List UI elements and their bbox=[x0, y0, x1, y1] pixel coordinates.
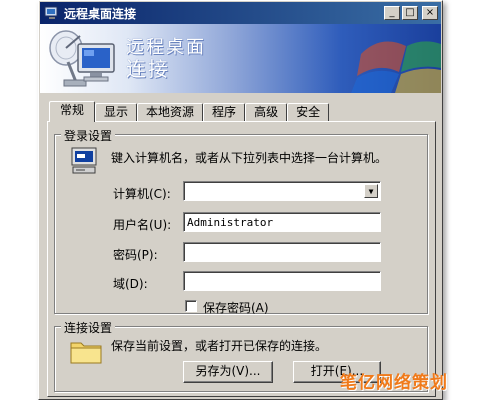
monitor-icon bbox=[77, 43, 115, 82]
close-button[interactable]: × bbox=[422, 6, 438, 20]
watermark-logo: 笔亿网络策划 bbox=[340, 373, 448, 393]
logon-settings-group: 登录设置 键入计算机名，或者从下拉列表中选择一台计算机。 计算机(C): ▼ 用… bbox=[54, 127, 428, 316]
computer-label: 计算机(C): bbox=[113, 187, 171, 201]
tab-display[interactable]: 显示 bbox=[95, 103, 138, 122]
tab-local-resources[interactable]: 本地资源 bbox=[137, 103, 204, 122]
maximize-button[interactable]: □ bbox=[402, 6, 418, 20]
header-banner: 远程桌面 连接 bbox=[40, 24, 441, 93]
password-label: 密码(P): bbox=[113, 248, 158, 262]
tab-panel-general: 登录设置 键入计算机名，或者从下拉列表中选择一台计算机。 计算机(C): ▼ 用… bbox=[47, 121, 436, 397]
computer-combobox[interactable]: ▼ bbox=[183, 181, 381, 201]
connection-settings-legend: 连接设置 bbox=[61, 319, 116, 336]
domain-label: 域(D): bbox=[113, 277, 148, 291]
password-field[interactable] bbox=[183, 242, 381, 262]
remote-desktop-icon bbox=[44, 6, 58, 19]
save-as-button[interactable]: 另存为(V)... bbox=[183, 361, 273, 383]
domain-field[interactable] bbox=[183, 271, 381, 291]
dropdown-arrow-icon[interactable]: ▼ bbox=[364, 184, 378, 198]
save-password-label[interactable]: 保存密码(A) bbox=[203, 299, 269, 316]
username-field[interactable]: Administrator bbox=[183, 212, 381, 232]
title-bar[interactable]: 远程桌面连接 _ □ × bbox=[40, 2, 441, 24]
logon-description: 键入计算机名，或者从下拉列表中选择一台计算机。 bbox=[111, 151, 388, 165]
connection-description: 保存当前设置，或者打开已保存的连接。 bbox=[111, 339, 328, 353]
logon-settings-legend: 登录设置 bbox=[61, 127, 116, 144]
save-password-checkbox[interactable] bbox=[185, 300, 197, 312]
remote-desktop-window: 远程桌面连接 _ □ × 远程桌面 连接 常规 显示 本地资源 程序 高级 安全… bbox=[38, 0, 443, 400]
xp-logo-icon bbox=[351, 41, 441, 93]
minimize-button[interactable]: _ bbox=[384, 6, 400, 20]
username-label: 用户名(U): bbox=[113, 218, 172, 232]
tab-programs[interactable]: 程序 bbox=[203, 103, 246, 122]
tab-security[interactable]: 安全 bbox=[287, 103, 330, 122]
window-title: 远程桌面连接 bbox=[64, 6, 137, 21]
banner-title-line2: 连接 bbox=[126, 57, 170, 81]
tab-advanced[interactable]: 高级 bbox=[245, 103, 288, 122]
folder-icon bbox=[70, 342, 102, 364]
tab-strip: 常规 显示 本地资源 程序 高级 安全 bbox=[49, 101, 330, 122]
computer-icon bbox=[71, 147, 97, 174]
tab-general[interactable]: 常规 bbox=[49, 101, 96, 122]
